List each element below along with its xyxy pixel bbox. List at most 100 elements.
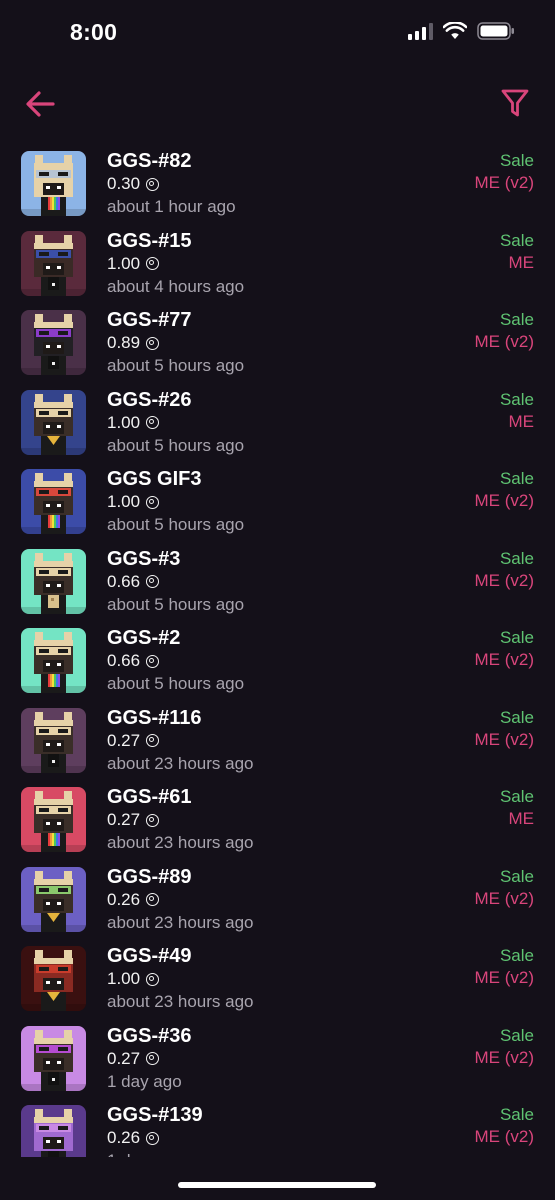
marketplace-label: ME (v2) xyxy=(474,1127,535,1146)
activity-meta: Sale ME xyxy=(500,230,534,274)
activity-row[interactable]: GGS-#2 0.66 about 5 hours ago Sale ME (v… xyxy=(0,622,555,702)
marketplace-label: ME (v2) xyxy=(474,570,535,590)
activity-meta: Sale ME (v2) xyxy=(475,707,535,751)
filter-button[interactable] xyxy=(497,85,533,121)
price-value: 0.66 xyxy=(107,571,141,591)
activity-list[interactable]: GGS-#82 0.30 about 1 hour ago Sale ME (v… xyxy=(0,145,555,1157)
activity-type: Sale xyxy=(499,389,534,409)
currency-icon xyxy=(146,972,160,986)
marketplace-label: ME (v2) xyxy=(474,968,535,987)
nft-price: 1.00 xyxy=(107,968,254,990)
nft-thumbnail-art xyxy=(21,548,86,614)
nft-thumbnail[interactable] xyxy=(21,866,86,932)
nft-price: 1.00 xyxy=(107,412,244,434)
currency-icon xyxy=(146,336,160,350)
nft-thumbnail[interactable] xyxy=(21,1025,86,1091)
nft-thumbnail[interactable] xyxy=(21,628,86,693)
activity-type: Sale xyxy=(499,548,534,568)
nft-thumbnail[interactable] xyxy=(21,707,86,773)
activity-row[interactable]: GGS-#116 0.27 about 23 hours ago Sale ME… xyxy=(0,702,555,782)
activity-row[interactable]: GGS-#36 0.27 1 day ago Sale ME (v2) xyxy=(0,1020,555,1100)
activity-row[interactable]: GGS-#77 0.89 about 5 hours ago Sale ME (… xyxy=(0,304,555,384)
activity-row[interactable]: GGS-#49 1.00 about 23 hours ago Sale ME … xyxy=(0,940,555,1020)
activity-time: about 23 hours ago xyxy=(107,753,254,773)
home-indicator[interactable] xyxy=(178,1182,376,1188)
activity-row[interactable]: GGS-#139 0.26 1 day ago Sale ME (v2) xyxy=(0,1099,555,1157)
nft-thumbnail[interactable] xyxy=(21,787,86,852)
price-value: 1.00 xyxy=(107,253,141,273)
nft-price: 1.00 xyxy=(107,253,244,275)
nft-price: 0.66 xyxy=(107,650,244,672)
activity-info: GGS-#3 0.66 about 5 hours ago xyxy=(107,547,244,616)
nft-name: GGS-#61 xyxy=(107,786,192,808)
activity-type: Sale xyxy=(499,1025,534,1045)
nft-thumbnail[interactable] xyxy=(21,389,86,455)
marketplace-label: ME (v2) xyxy=(474,729,535,749)
currency-icon xyxy=(146,575,160,588)
nft-name: GGS-#49 xyxy=(107,945,192,967)
activity-meta: Sale ME xyxy=(500,389,534,433)
back-button[interactable] xyxy=(22,86,58,122)
nft-price: 0.26 xyxy=(107,1127,203,1149)
marketplace-label: ME (v2) xyxy=(474,491,535,510)
activity-row[interactable]: GGS-#26 1.00 about 5 hours ago Sale ME xyxy=(0,384,555,464)
wifi-icon xyxy=(443,22,467,39)
activity-time: about 5 hours ago xyxy=(107,674,245,693)
activity-row[interactable]: GGS-#3 0.66 about 5 hours ago Sale ME (v… xyxy=(0,543,555,623)
nft-name: GGS-#3 xyxy=(107,547,181,570)
nft-thumbnail-art xyxy=(21,787,86,852)
activity-type: Sale xyxy=(499,469,534,488)
activity-info: GGS-#15 1.00 about 4 hours ago xyxy=(107,229,244,298)
price-value: 0.26 xyxy=(107,889,141,909)
activity-type: Sale xyxy=(499,1105,534,1124)
activity-info: GGS-#77 0.89 about 5 hours ago xyxy=(107,308,244,377)
marketplace-label: ME (v2) xyxy=(474,1047,535,1067)
nft-thumbnail[interactable] xyxy=(21,230,86,296)
activity-info: GGS-#116 0.27 about 23 hours ago xyxy=(107,706,254,775)
marketplace-label: ME xyxy=(508,809,535,828)
activity-info: GGS-#61 0.27 about 23 hours ago xyxy=(107,785,254,854)
activity-row[interactable]: GGS-#89 0.26 about 23 hours ago Sale ME … xyxy=(0,861,555,941)
activity-time: about 23 hours ago xyxy=(107,833,254,852)
nft-thumbnail[interactable] xyxy=(21,946,86,1011)
nft-thumbnail[interactable] xyxy=(21,1105,86,1157)
nft-name: GGS-#77 xyxy=(107,309,192,331)
arrow-left-icon xyxy=(26,91,55,117)
price-value: 0.27 xyxy=(107,730,141,750)
currency-icon xyxy=(146,893,160,906)
activity-row[interactable]: GGS-#61 0.27 about 23 hours ago Sale ME xyxy=(0,781,555,861)
activity-info: GGS-#49 1.00 about 23 hours ago xyxy=(107,944,254,1013)
nft-thumbnail[interactable] xyxy=(21,469,86,534)
nft-thumbnail[interactable] xyxy=(21,151,86,216)
nft-price: 0.27 xyxy=(107,1048,191,1070)
marketplace-label: ME (v2) xyxy=(474,173,535,192)
nft-price: 0.26 xyxy=(107,889,254,911)
cellular-signal-icon xyxy=(408,22,433,40)
nft-thumbnail-art xyxy=(21,469,86,534)
activity-time: about 5 hours ago xyxy=(107,356,245,375)
activity-row[interactable]: GGS-#82 0.30 about 1 hour ago Sale ME (v… xyxy=(0,145,555,225)
activity-time: about 5 hours ago xyxy=(107,435,245,455)
nft-thumbnail-art xyxy=(21,310,86,375)
nft-thumbnail-art xyxy=(21,866,86,932)
currency-icon xyxy=(146,1052,160,1065)
marketplace-label: ME xyxy=(508,252,535,272)
activity-row[interactable]: GGS GIF3 1.00 about 5 hours ago Sale ME … xyxy=(0,463,555,543)
nft-price: 0.27 xyxy=(107,809,254,831)
activity-meta: Sale ME (v2) xyxy=(475,866,535,910)
activity-meta: Sale ME (v2) xyxy=(475,548,535,592)
currency-icon xyxy=(146,734,160,747)
nft-thumbnail[interactable] xyxy=(21,548,86,614)
price-value: 1.00 xyxy=(107,969,141,988)
filter-icon xyxy=(501,89,529,117)
currency-icon xyxy=(146,257,160,270)
price-value: 1.00 xyxy=(107,412,141,432)
price-value: 0.27 xyxy=(107,810,141,829)
marketplace-label: ME (v2) xyxy=(474,332,535,351)
activity-time: about 4 hours ago xyxy=(107,276,245,296)
nft-thumbnail[interactable] xyxy=(21,310,86,375)
activity-row[interactable]: GGS-#15 1.00 about 4 hours ago Sale ME xyxy=(0,225,555,305)
nft-thumbnail-art xyxy=(21,628,86,693)
status-icons xyxy=(408,22,515,40)
nft-thumbnail-art xyxy=(21,1025,86,1091)
